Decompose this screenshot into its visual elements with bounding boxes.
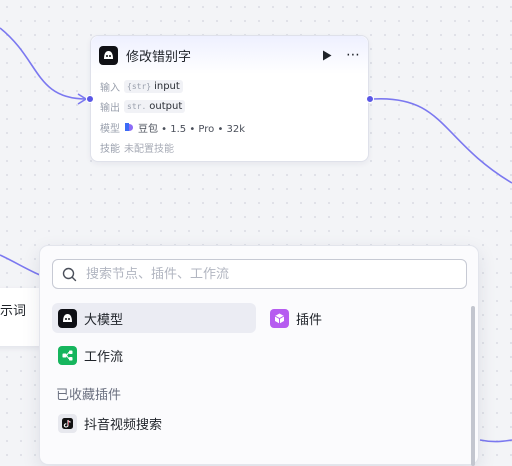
output-label: 输出 xyxy=(100,103,120,115)
model-label: 模型 xyxy=(100,123,120,135)
menu-item-label: 大模型 xyxy=(84,312,124,328)
partial-node-text: 示词 xyxy=(0,304,27,319)
doubao-logo-icon xyxy=(125,123,133,132)
node-input-row: 输入 {str} input xyxy=(100,76,359,97)
node-output-row: 输出 str. output xyxy=(100,97,359,118)
model-value: 豆包 • 1.5 • Pro • 32k xyxy=(138,123,246,135)
partial-node-card[interactable]: 示词 xyxy=(0,288,44,346)
input-port-handle[interactable] xyxy=(86,95,94,103)
input-type: {str} xyxy=(127,81,152,91)
input-label: 输入 xyxy=(100,82,120,94)
more-options-button[interactable]: ⋯ xyxy=(346,48,360,62)
llm-node-card[interactable]: 修改错别字 ⋯ 输入 {str} input 输出 str. output 模型 xyxy=(90,35,369,162)
edge-incoming xyxy=(0,27,87,100)
plugin-icon xyxy=(270,308,289,328)
input-name: input xyxy=(154,80,180,92)
search-icon xyxy=(62,267,77,281)
menu-item-label: 插件 xyxy=(296,312,323,328)
favorite-plugin-item[interactable]: 抖音视频搜索 xyxy=(52,408,256,438)
menu-item-workflow[interactable]: 工作流 xyxy=(52,340,256,370)
skills-value: 未配置技能 xyxy=(124,144,174,156)
workflow-icon xyxy=(58,345,77,365)
menu-item-plugin[interactable]: 插件 xyxy=(264,303,444,333)
run-node-button[interactable] xyxy=(320,48,334,62)
search-input[interactable] xyxy=(84,265,448,283)
model-icon xyxy=(99,45,118,65)
favorites-section-title: 已收藏插件 xyxy=(56,388,122,403)
node-header: 修改错别字 ⋯ xyxy=(91,36,368,74)
menu-item-llm[interactable]: 大模型 xyxy=(52,303,256,333)
node-model-row: 模型 豆包 • 1.5 • Pro • 32k xyxy=(100,117,359,138)
output-name: output xyxy=(149,101,183,113)
douyin-icon xyxy=(58,413,77,433)
output-type: str. xyxy=(127,102,147,112)
output-chip: str. output xyxy=(124,100,186,114)
skills-label: 技能 xyxy=(100,144,120,156)
add-node-panel: 大模型 插件 工作流 已收藏插件 抖音视频搜索 xyxy=(39,245,479,466)
model-icon xyxy=(58,308,77,328)
input-chip: {str} input xyxy=(124,79,183,93)
favorite-plugin-label: 抖音视频搜索 xyxy=(84,417,163,433)
edge-outgoing xyxy=(371,98,512,184)
panel-scrollbar[interactable] xyxy=(471,306,475,466)
node-skills-row: 技能 未配置技能 xyxy=(100,138,359,159)
edge-left-lower xyxy=(0,254,41,276)
search-box[interactable] xyxy=(52,259,467,289)
edge-right-lower xyxy=(479,439,512,443)
menu-item-label: 工作流 xyxy=(84,349,124,365)
node-title: 修改错别字 xyxy=(126,49,192,65)
output-port-handle[interactable] xyxy=(366,95,374,103)
play-icon xyxy=(323,50,332,60)
